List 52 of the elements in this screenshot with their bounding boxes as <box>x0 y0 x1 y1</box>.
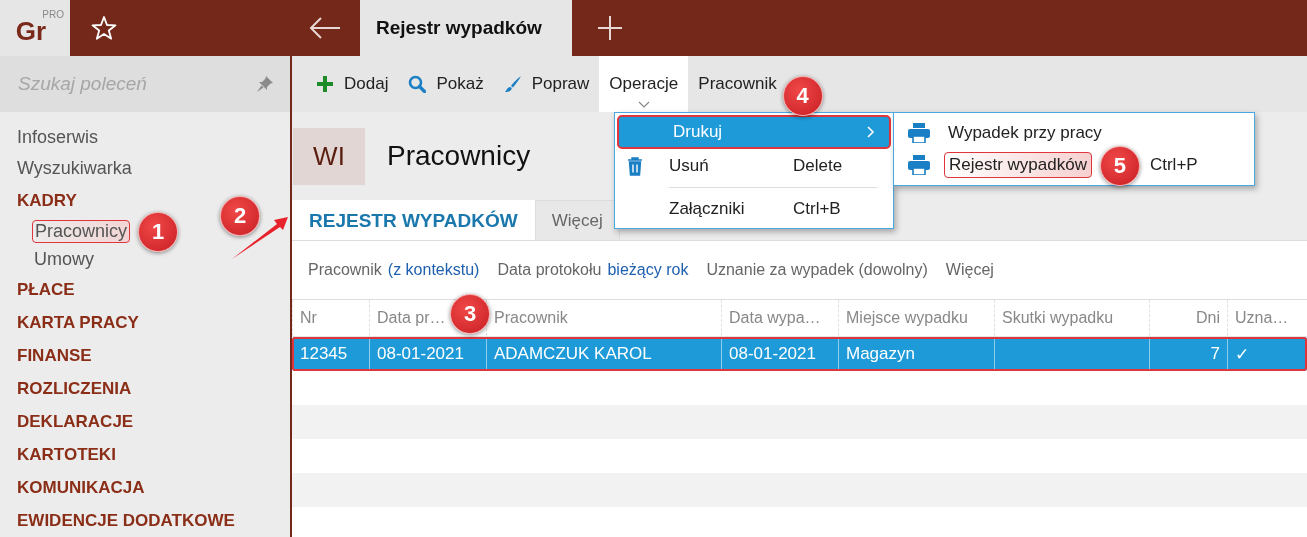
filter-link[interactable]: Więcej <box>945 261 994 279</box>
document-tab[interactable]: Rejestr wypadków <box>360 0 572 56</box>
sidebar-item[interactable]: Umowy <box>32 248 96 270</box>
sidebar-item[interactable]: Wyszukiwarka <box>17 153 132 184</box>
toolbar-button[interactable]: Popraw <box>493 56 600 112</box>
toolbar-button[interactable]: Operacje <box>599 56 689 112</box>
sidebar-section[interactable]: KARTA PRACY <box>17 306 139 339</box>
toolbar-button[interactable]: Dodaj <box>306 56 399 112</box>
sidebar-section[interactable]: KOMUNIKACJA <box>17 471 145 504</box>
view-tab[interactable]: REJESTR WYPADKÓW <box>292 200 535 240</box>
menu-item[interactable]: Usuń Delete <box>615 149 893 183</box>
sidebar-section[interactable]: DEKLARACJE <box>17 405 134 438</box>
toolbar-button[interactable]: Pokaż <box>398 56 494 112</box>
star-icon <box>90 14 118 42</box>
callout-badge: 3 <box>450 294 490 334</box>
sidebar-section[interactable]: KADRY <box>17 184 77 217</box>
column-header[interactable]: Skutki wypadku <box>1002 309 1114 327</box>
plus-icon <box>316 75 334 93</box>
column-header[interactable]: Pracownik <box>494 309 568 327</box>
sidebar-section[interactable]: ROZLICZENIA <box>17 372 132 405</box>
trash-icon <box>627 156 643 176</box>
sidebar-section[interactable]: EWIDENCJE DODATKOWE <box>17 504 235 537</box>
filter-link[interactable]: Pracownik (z kontekstu) <box>308 261 480 279</box>
pin-button[interactable] <box>256 75 274 93</box>
search-icon <box>408 75 427 93</box>
column-header[interactable]: Dni <box>1196 309 1220 327</box>
column-header[interactable]: Data pr… <box>377 309 446 327</box>
back-arrow-icon <box>308 16 342 40</box>
plus-icon <box>597 15 623 41</box>
sidebar-section[interactable]: FINANSE <box>17 339 92 372</box>
favorite-button[interactable] <box>90 14 118 42</box>
column-header[interactable]: Miejsce wypadku <box>846 309 968 327</box>
chevron-down-icon <box>637 101 650 108</box>
sidebar-item[interactable]: Infoserwis <box>17 122 99 153</box>
printer-icon <box>908 155 930 175</box>
filter-link[interactable]: Uznanie za wypadek (dowolny) <box>706 261 928 279</box>
column-header[interactable]: Nr <box>300 309 317 327</box>
page-title: Pracownicy <box>387 140 531 172</box>
filter-link[interactable]: Data protokołu bieżący rok <box>497 261 689 279</box>
menu-item[interactable]: Wypadek przy pracy <box>894 117 1254 149</box>
sidebar-item[interactable]: Pracownicy <box>32 219 131 243</box>
printer-icon <box>908 123 930 143</box>
view-tab[interactable]: Więcej <box>534 200 620 240</box>
module-badge: WI <box>293 127 365 185</box>
pin-icon <box>256 75 274 93</box>
sidebar-section[interactable]: KARTOTEKI <box>17 438 116 471</box>
brush-icon <box>503 75 522 93</box>
column-header[interactable]: Uzna… <box>1235 309 1289 327</box>
sidebar-section[interactable]: PŁACE <box>17 273 75 306</box>
search-bar[interactable]: Szukaj poleceń <box>0 56 290 112</box>
column-header[interactable]: Data wypa… <box>729 309 821 327</box>
command-search-field[interactable]: Szukaj poleceń <box>18 73 256 95</box>
